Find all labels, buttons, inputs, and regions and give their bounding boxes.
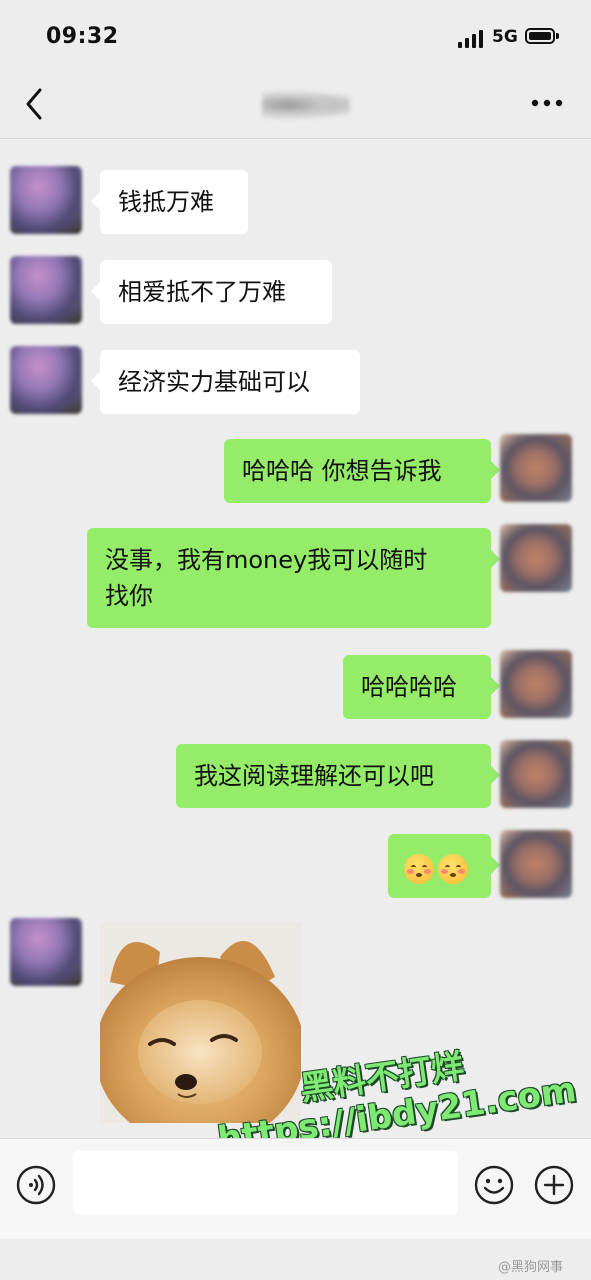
status-bar: 09:32 5G: [0, 0, 591, 72]
contact-avatar[interactable]: [10, 918, 82, 986]
message-bubble-received[interactable]: 经济实力基础可以: [91, 350, 360, 414]
emoji-icon[interactable]: [474, 1165, 514, 1205]
message-bubble-received[interactable]: 相爱抵不了万难: [91, 260, 332, 324]
message-text: 钱抵万难: [118, 188, 214, 216]
flushed-smile-emoji: [438, 854, 468, 884]
pomeranian-dog-sticker[interactable]: [100, 922, 301, 1123]
blurred-contact-name: [262, 90, 350, 120]
battery-icon: [525, 28, 555, 44]
my-avatar[interactable]: [500, 650, 572, 718]
message-text-line-2: 找你: [105, 582, 153, 610]
message-bubble-sent[interactable]: 我这阅读理解还可以吧: [176, 744, 500, 808]
contact-avatar[interactable]: [10, 166, 82, 234]
contact-avatar[interactable]: [10, 346, 82, 414]
message-text: 经济实力基础可以: [118, 368, 310, 396]
plus-icon[interactable]: [534, 1165, 574, 1205]
message-bubble-sent[interactable]: 没事，我有money我可以随时 找你: [87, 528, 500, 628]
battery-tip: [556, 33, 559, 39]
status-time: 09:32: [46, 24, 119, 49]
message-text: 哈哈哈哈: [361, 673, 457, 701]
message-bubble-received[interactable]: 钱抵万难: [91, 170, 248, 234]
input-bar: [0, 1138, 591, 1239]
my-avatar[interactable]: [500, 434, 572, 502]
message-text: 我这阅读理解还可以吧: [194, 762, 434, 790]
message-bubble-sent[interactable]: [388, 834, 500, 898]
message-bubble-sent[interactable]: 哈哈哈哈: [343, 655, 500, 719]
message-text-line-1: 没事，我有money我可以随时: [105, 546, 428, 574]
dog-image: [100, 922, 301, 1123]
chevron-left-icon[interactable]: [20, 84, 52, 124]
signal-icon: [458, 30, 483, 48]
message-input[interactable]: [73, 1151, 458, 1215]
voice-icon[interactable]: [16, 1165, 56, 1205]
my-avatar[interactable]: [500, 524, 572, 592]
contact-avatar[interactable]: [10, 256, 82, 324]
message-bubble-sent[interactable]: 哈哈哈 你想告诉我: [224, 439, 500, 503]
my-avatar[interactable]: [500, 740, 572, 808]
message-text: 相爱抵不了万难: [118, 278, 286, 306]
credit-watermark: @黑狗网事: [498, 1260, 564, 1275]
network-type: 5G: [492, 27, 518, 47]
more-dots-icon[interactable]: [530, 98, 564, 108]
my-avatar[interactable]: [500, 830, 572, 898]
chat-header: [0, 72, 591, 139]
flushed-smile-emoji: [404, 854, 434, 884]
message-text: 哈哈哈 你想告诉我: [242, 457, 442, 485]
chat-title-blurred: [262, 84, 350, 124]
